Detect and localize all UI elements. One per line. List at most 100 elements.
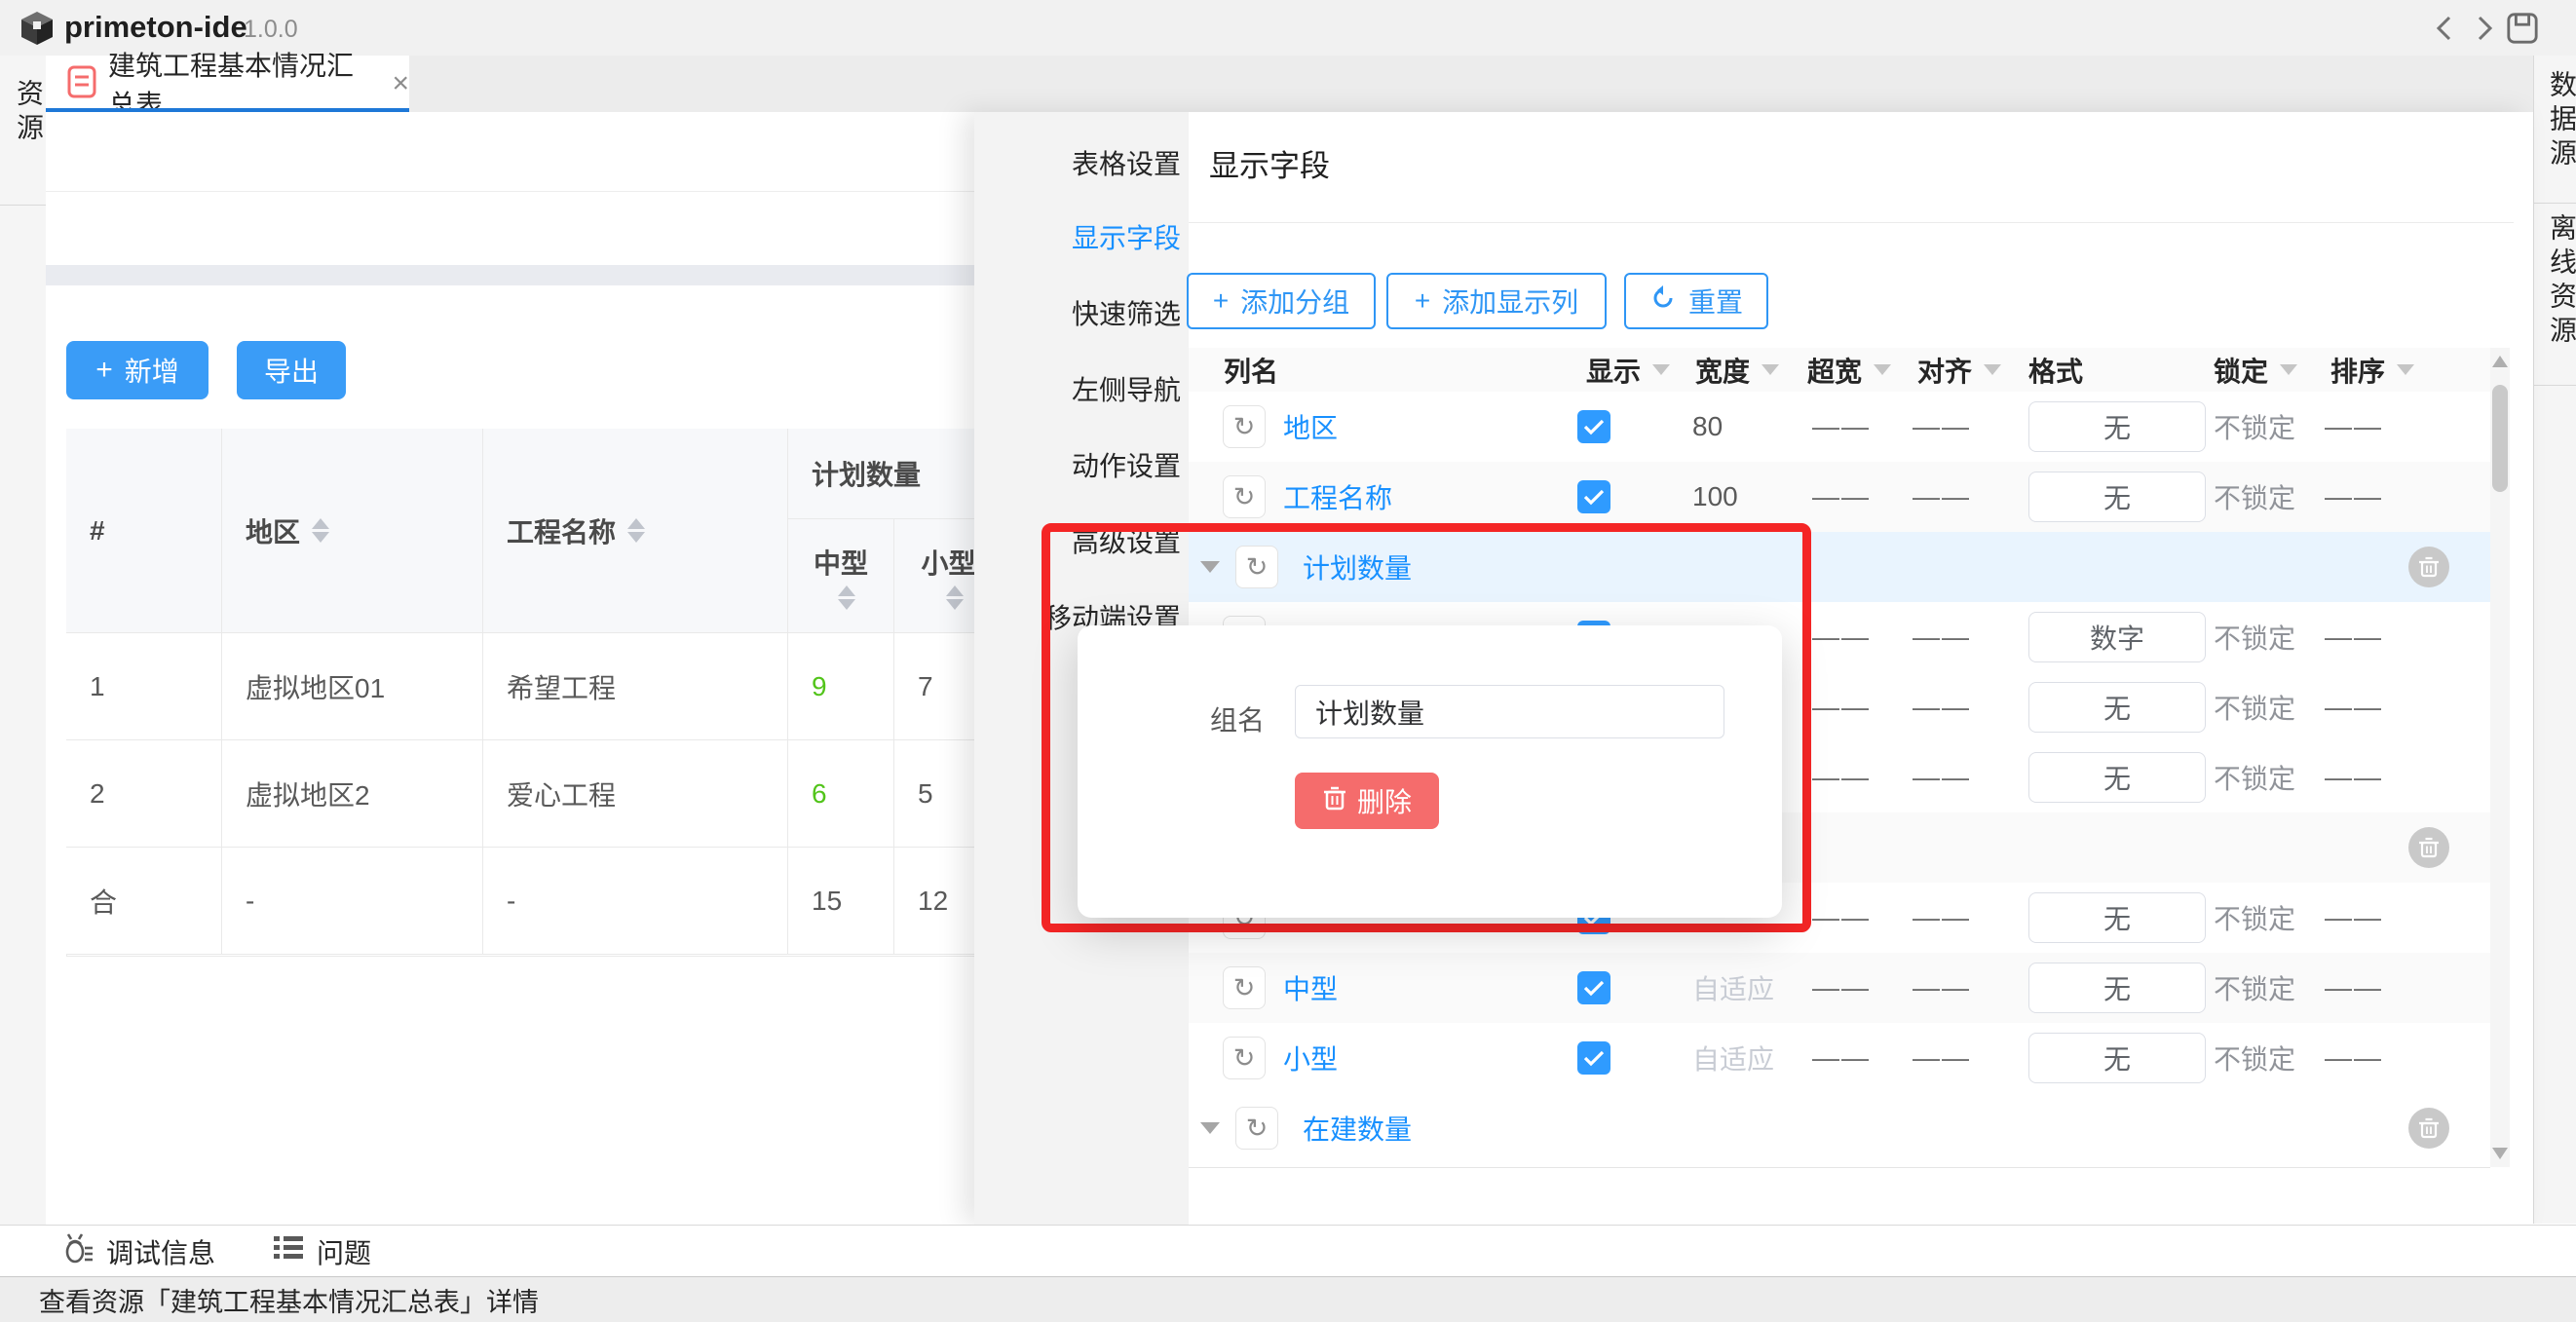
tab-summary-table[interactable]: 建筑工程基本情况汇总表 × <box>46 56 409 112</box>
right-rail-item-datasource[interactable]: 数据源 <box>2542 70 2576 172</box>
lock-value[interactable]: 不锁定 <box>2214 602 2295 672</box>
sort-arrows-icon[interactable] <box>627 518 645 543</box>
width-value[interactable]: 自适应 <box>1692 953 1774 1023</box>
width-value[interactable]: 100 <box>1692 462 1738 532</box>
lock-value[interactable]: 不锁定 <box>2214 742 2295 812</box>
field-row: ↻工程名称100————无不锁定—— <box>1189 462 2490 532</box>
nav-forward-icon[interactable] <box>2468 12 2501 45</box>
sort-value: —— <box>2325 392 2383 462</box>
lock-value[interactable]: 不锁定 <box>2214 883 2295 953</box>
issues-button[interactable]: 问题 <box>272 1232 371 1271</box>
format-select[interactable]: 无 <box>2028 892 2206 943</box>
status-bar: 查看资源「建筑工程基本情况汇总表」详情 <box>0 1276 2576 1322</box>
fields-header-width[interactable]: 宽度 <box>1695 348 1779 392</box>
scroll-up-icon[interactable] <box>2492 356 2508 367</box>
group-name-link[interactable]: 计划数量 <box>1303 532 1412 602</box>
scroll-down-icon[interactable] <box>2492 1148 2508 1159</box>
left-rail-item-resources[interactable]: 资源 <box>9 79 48 147</box>
add-button[interactable]: + 新增 <box>66 341 208 399</box>
title-bar: primeton-ide 1.0.0 <box>0 0 2576 57</box>
lock-value[interactable]: 不锁定 <box>2214 953 2295 1023</box>
refresh-icon[interactable]: ↻ <box>1235 532 1278 602</box>
right-rail-item-offline[interactable]: 离线资源 <box>2542 213 2576 350</box>
fields-header-overwide[interactable]: 超宽 <box>1807 348 1891 392</box>
field-name-link[interactable]: 工程名称 <box>1283 462 1392 532</box>
format-select[interactable]: 无 <box>2028 1033 2206 1083</box>
field-name-link[interactable]: 小型 <box>1283 1023 1338 1093</box>
fields-header-lock[interactable]: 锁定 <box>2214 348 2297 392</box>
delete-group-icon[interactable] <box>2408 547 2449 587</box>
delete-group-button[interactable]: 删除 <box>1295 773 1439 829</box>
settings-menu-item[interactable]: 动作设置 <box>982 445 1181 484</box>
format-select[interactable]: 无 <box>2028 752 2206 803</box>
scrollbar-thumb[interactable] <box>2492 385 2508 492</box>
refresh-icon[interactable]: ↻ <box>1223 462 1266 532</box>
field-row: ↻中型自适应————无不锁定—— <box>1189 953 2490 1023</box>
group-edit-popup: 组名 计划数量 删除 <box>1078 625 1782 918</box>
settings-menu-item[interactable]: 高级设置 <box>982 521 1181 560</box>
field-row: ↻地区80————无不锁定—— <box>1189 392 2490 462</box>
format-select[interactable]: 无 <box>2028 401 2206 452</box>
filter-caret-icon[interactable] <box>2280 364 2297 375</box>
debug-info-button[interactable]: 调试信息 <box>61 1230 215 1272</box>
reset-button[interactable]: 重置 <box>1624 273 1768 329</box>
delete-group-icon[interactable] <box>2408 1108 2449 1149</box>
lock-value[interactable]: 不锁定 <box>2214 1023 2295 1093</box>
panel-divider <box>1189 222 2514 223</box>
format-select[interactable]: 无 <box>2028 682 2206 733</box>
add-group-button[interactable]: + 添加分组 <box>1187 273 1376 329</box>
show-checkbox[interactable] <box>1577 1023 1610 1093</box>
width-value[interactable]: 80 <box>1692 392 1723 462</box>
field-name-link[interactable]: 地区 <box>1283 392 1338 462</box>
tab-close-icon[interactable]: × <box>392 69 409 98</box>
fields-header-show[interactable]: 显示 <box>1586 348 1670 392</box>
sort-arrows-icon[interactable] <box>946 585 964 610</box>
show-checkbox[interactable] <box>1577 392 1610 462</box>
group-name-input[interactable]: 计划数量 <box>1295 685 1724 738</box>
sort-arrows-icon[interactable] <box>312 518 329 543</box>
show-checkbox[interactable] <box>1577 953 1610 1023</box>
lock-value[interactable]: 不锁定 <box>2214 672 2295 742</box>
refresh-icon[interactable]: ↻ <box>1223 392 1266 462</box>
format-select[interactable]: 无 <box>2028 472 2206 522</box>
width-value[interactable]: 自适应 <box>1692 1023 1774 1093</box>
sort-arrows-icon[interactable] <box>838 585 855 610</box>
lock-value[interactable]: 不锁定 <box>2214 392 2295 462</box>
settings-menu-item[interactable]: 快速筛选 <box>982 293 1181 332</box>
filter-caret-icon[interactable] <box>1762 364 1779 375</box>
filter-caret-icon[interactable] <box>1874 364 1891 375</box>
add-display-column-button[interactable]: + 添加显示列 <box>1386 273 1607 329</box>
field-name-link[interactable]: 中型 <box>1283 953 1338 1023</box>
delete-group-icon[interactable] <box>2408 827 2449 868</box>
filter-caret-icon[interactable] <box>1652 364 1670 375</box>
collapse-caret-icon[interactable] <box>1200 1093 1220 1163</box>
lock-value[interactable]: 不锁定 <box>2214 462 2295 532</box>
preview-col-medium[interactable]: 中型 <box>788 519 894 633</box>
export-button[interactable]: 导出 <box>237 341 346 399</box>
filter-caret-icon[interactable] <box>2397 364 2414 375</box>
group-name-link[interactable]: 在建数量 <box>1303 1093 1412 1163</box>
show-checkbox[interactable] <box>1577 462 1610 532</box>
field-row: ↻小型自适应————无不锁定—— <box>1189 1023 2490 1093</box>
save-icon[interactable] <box>2506 12 2539 45</box>
format-select[interactable]: 数字 <box>2028 612 2206 662</box>
refresh-icon[interactable]: ↻ <box>1223 953 1266 1023</box>
preview-cell-region: 虚拟地区2 <box>222 740 483 848</box>
preview-col-region[interactable]: 地区 <box>222 429 483 633</box>
debug-icon <box>61 1230 95 1272</box>
settings-menu-item[interactable]: 显示字段 <box>982 217 1181 256</box>
field-group-row: ↻ 在建数量 <box>1189 1093 2490 1163</box>
fields-header-align[interactable]: 对齐 <box>1917 348 2001 392</box>
filter-caret-icon[interactable] <box>1984 364 2001 375</box>
refresh-icon[interactable]: ↻ <box>1223 1023 1266 1093</box>
refresh-icon[interactable]: ↻ <box>1235 1093 1278 1163</box>
settings-menu-item[interactable]: 左侧导航 <box>982 369 1181 408</box>
scrollbar[interactable] <box>2490 348 2510 1167</box>
right-rail: 数据源 离线资源 <box>2533 56 2576 1224</box>
fields-header-sort[interactable]: 排序 <box>2330 348 2414 392</box>
preview-col-project[interactable]: 工程名称 <box>483 429 788 633</box>
nav-back-icon[interactable] <box>2428 12 2461 45</box>
field-group-row: ↻ 计划数量 <box>1189 532 2490 602</box>
format-select[interactable]: 无 <box>2028 963 2206 1013</box>
collapse-caret-icon[interactable] <box>1200 532 1220 602</box>
